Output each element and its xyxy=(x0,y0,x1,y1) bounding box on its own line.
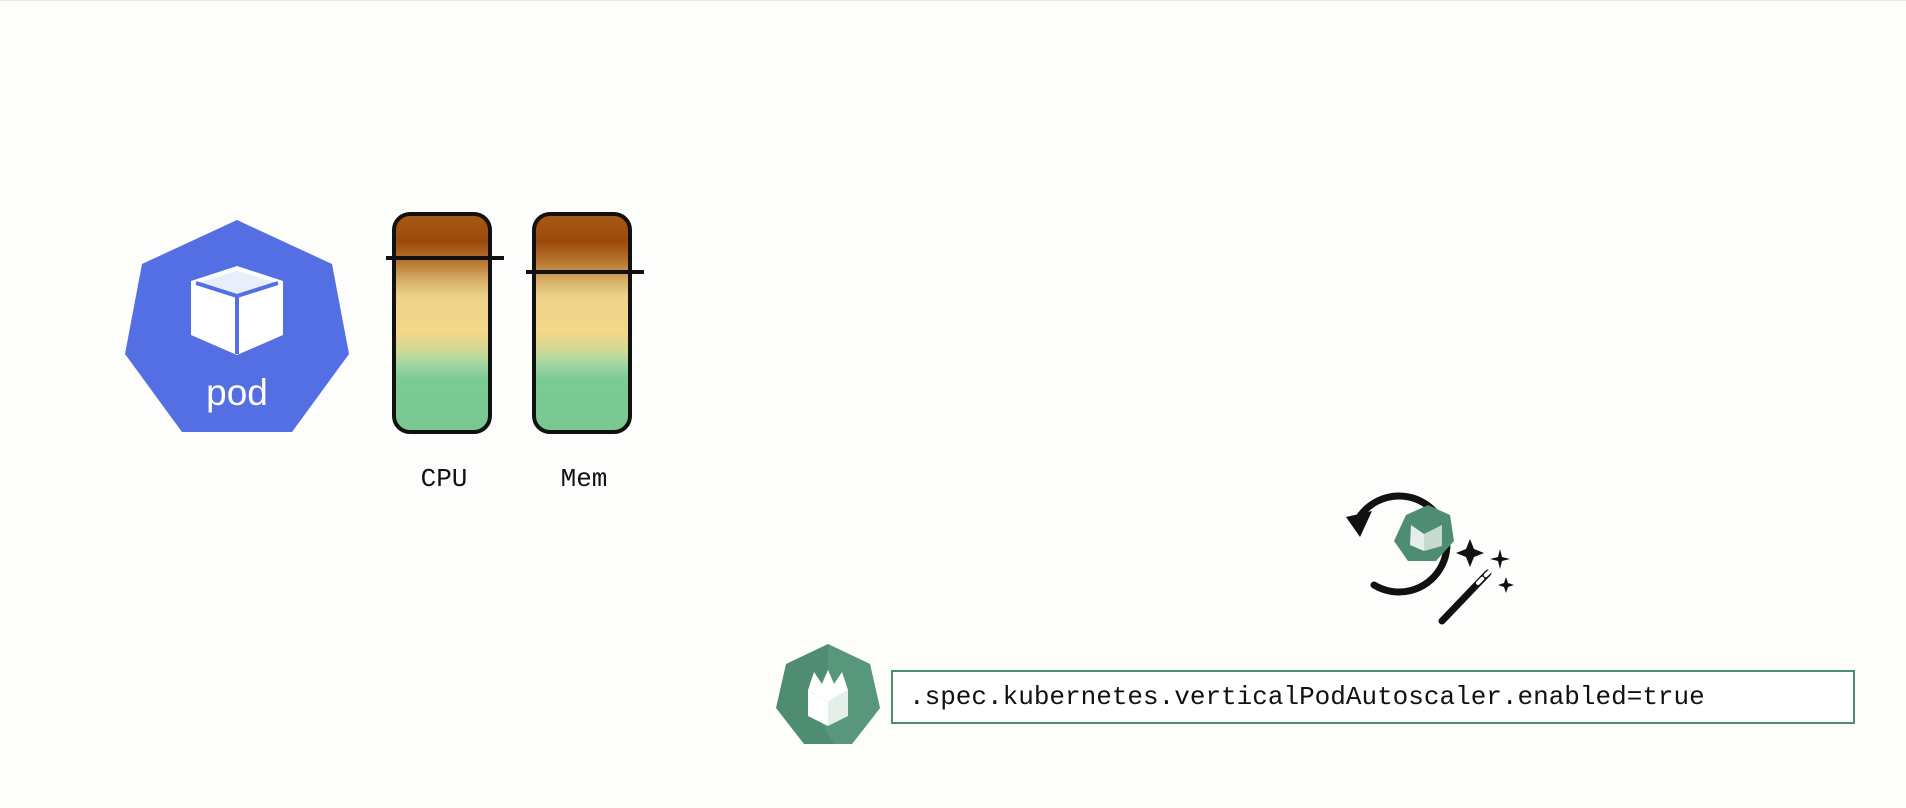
top-border xyxy=(0,0,1906,1)
cpu-gauge xyxy=(392,212,492,434)
cpu-limit-marker xyxy=(386,256,504,260)
operator-hexagon-icon xyxy=(774,642,882,748)
memory-gauge xyxy=(532,212,632,434)
restart-magic-icon xyxy=(1346,491,1518,627)
memory-label: Mem xyxy=(560,464,608,494)
memory-limit-marker xyxy=(526,270,644,274)
spec-setting-box: .spec.kubernetes.verticalPodAutoscaler.e… xyxy=(891,670,1855,724)
pod-label: pod xyxy=(206,372,268,413)
diagram-canvas: pod CPU Mem .spec.kubernetes.verticalPod… xyxy=(0,0,1906,808)
spec-setting-text: .spec.kubernetes.verticalPodAutoscaler.e… xyxy=(909,682,1705,712)
cpu-label: CPU xyxy=(420,464,468,494)
